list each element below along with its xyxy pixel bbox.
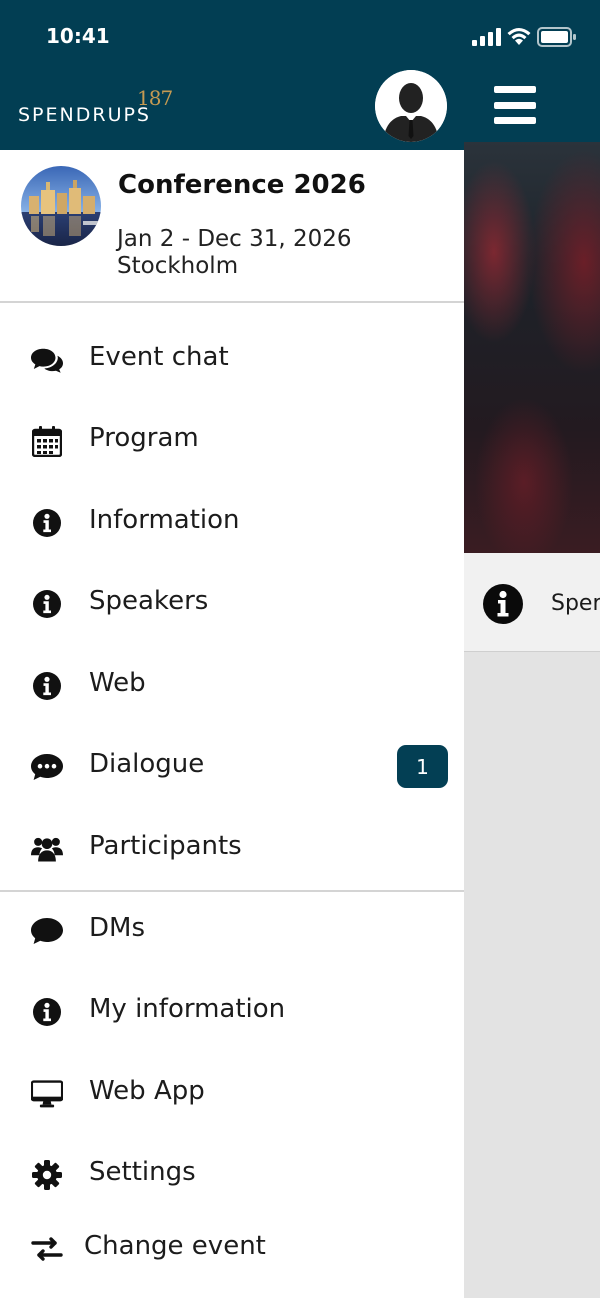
menu-item-label: Program	[89, 423, 199, 453]
menu-item-label: Event chat	[89, 342, 229, 372]
event-title: Conference 2026	[118, 170, 366, 200]
battery-icon	[537, 27, 576, 47]
event-dates: Jan 2 - Dec 31, 2026	[117, 226, 352, 252]
current-event[interactable]: Conference 2026 Jan 2 - Dec 31, 2026 Sto…	[0, 150, 464, 303]
brand-logo-wordmark: SPENDRUPS	[18, 104, 151, 126]
calendar-icon	[31, 425, 63, 457]
info-icon	[31, 588, 63, 620]
info-icon	[31, 996, 63, 1028]
menu-item-label: Dialogue	[89, 749, 205, 779]
profile-avatar[interactable]	[375, 70, 447, 142]
status-bar: 10:41	[0, 0, 600, 72]
exchange-icon	[31, 1233, 63, 1265]
menu-item-label: Participants	[89, 831, 242, 861]
menu-item-web[interactable]: Web	[0, 650, 464, 720]
menu-item-label: Web	[89, 668, 146, 698]
menu-item-participants[interactable]: Participants	[0, 813, 464, 883]
comment-icon	[31, 915, 63, 947]
status-time: 10:41	[46, 24, 110, 48]
user-silhouette-icon	[375, 70, 447, 142]
info-icon	[483, 584, 523, 624]
menu-item-program[interactable]: Program	[0, 405, 464, 475]
hamburger-menu-icon[interactable]	[494, 86, 536, 124]
menu-item-speakers[interactable]: Speakers	[0, 568, 464, 638]
menu-item-label: Information	[89, 505, 240, 535]
event-image	[21, 166, 101, 246]
menu-item-label: Settings	[89, 1157, 196, 1187]
menu-item-my-information[interactable]: My information	[0, 976, 464, 1046]
gear-icon	[31, 1159, 63, 1191]
event-location: Stockholm	[117, 253, 239, 279]
background-list-item[interactable]: Sper	[464, 553, 600, 652]
chat-bubbles-icon	[31, 344, 63, 376]
menu-item-label: My information	[89, 994, 286, 1024]
info-icon	[31, 670, 63, 702]
menu-item-label: DMs	[89, 913, 145, 943]
menu-item-web-app[interactable]: Web App	[0, 1058, 464, 1128]
users-icon	[31, 833, 63, 865]
signal-icon	[472, 28, 501, 46]
navigation-drawer: 187 SPENDRUPS Conference 2026 Jan 2 - De…	[0, 0, 464, 1298]
info-icon	[31, 507, 63, 539]
hero-image	[464, 142, 600, 553]
menu-item-dialogue[interactable]: Dialogue	[0, 731, 464, 801]
menu-item-settings[interactable]: Settings	[0, 1139, 464, 1209]
menu-item-label: Web App	[89, 1076, 205, 1106]
menu-item-information[interactable]: Information	[0, 487, 464, 557]
menu-item-event-chat[interactable]: Event chat	[0, 324, 464, 394]
wifi-icon	[507, 28, 531, 45]
comment-dots-icon	[31, 751, 63, 783]
menu-item-label: Change event	[84, 1231, 266, 1261]
menu-item-dms[interactable]: DMs	[0, 895, 464, 965]
menu-divider	[0, 890, 464, 892]
menu-item-label: Speakers	[89, 586, 209, 616]
desktop-icon	[31, 1078, 63, 1110]
dialogue-unread-badge: 1	[397, 745, 448, 788]
menu-item-change-event[interactable]: Change event	[0, 1213, 464, 1283]
background-list-item-label: Sper	[551, 591, 600, 616]
